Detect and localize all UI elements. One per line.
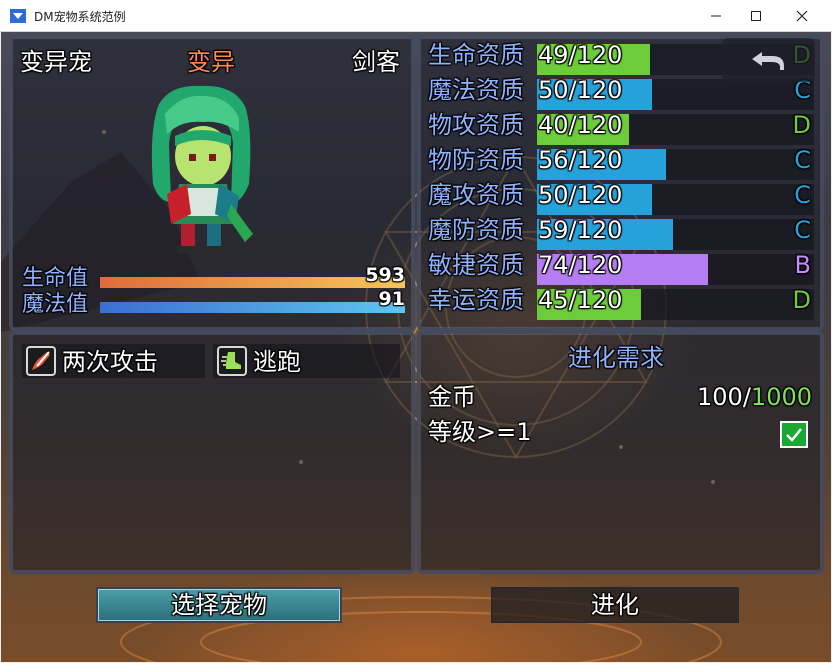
title-bar: DM宠物系统范例 bbox=[0, 0, 832, 32]
close-button[interactable] bbox=[779, 0, 825, 31]
close-icon bbox=[796, 10, 808, 21]
back-button[interactable] bbox=[722, 38, 815, 82]
evolve-label: 进化 bbox=[591, 591, 639, 619]
aptitude-label: 生命资质 bbox=[428, 41, 524, 69]
aptitude-value: 50/120 bbox=[538, 181, 623, 209]
mp-value: 91 bbox=[378, 288, 405, 310]
aptitude-label: 魔防资质 bbox=[428, 216, 524, 244]
skill-label: 逃跑 bbox=[253, 348, 301, 376]
aptitude-label: 物攻资质 bbox=[428, 111, 524, 139]
aptitude-value: 45/120 bbox=[538, 286, 623, 314]
checkmark-icon bbox=[786, 428, 802, 442]
aptitude-grade: B bbox=[794, 251, 811, 279]
gold-label: 金币 bbox=[428, 383, 476, 411]
gold-current: 100 bbox=[697, 383, 743, 411]
level-requirement-label: 等级>=1 bbox=[428, 418, 532, 446]
pet-state: 变异 bbox=[187, 48, 235, 76]
game-screen: 变异宠 变异 剑客 生命值 593 魔法值 91 生命资质 49/120 D 魔法资质… bbox=[1, 32, 831, 662]
aptitude-value: 49/120 bbox=[538, 41, 623, 69]
return-arrow-icon bbox=[752, 52, 784, 70]
aptitude-grade: C bbox=[794, 181, 811, 209]
aptitude-grade: D bbox=[792, 286, 811, 314]
maximize-icon bbox=[751, 10, 761, 21]
app-icon bbox=[10, 9, 26, 23]
aptitude-value: 50/120 bbox=[538, 76, 623, 104]
aptitude-row: 物防资质 56/120 C bbox=[428, 143, 814, 180]
aptitude-label: 物防资质 bbox=[428, 146, 524, 174]
window-title: DM宠物系统范例 bbox=[34, 10, 126, 24]
select-pet-label: 选择宠物 bbox=[171, 591, 267, 619]
escape-boot-icon bbox=[217, 346, 247, 376]
aptitude-grade: D bbox=[792, 111, 811, 139]
aptitude-row: 敏捷资质 74/120 B bbox=[428, 248, 814, 285]
gold-value: 100/1000 bbox=[697, 385, 812, 409]
evolution-title: 进化需求 bbox=[568, 344, 664, 372]
aptitude-grade: C bbox=[794, 146, 811, 174]
aptitude-value: 59/120 bbox=[538, 216, 623, 244]
aptitude-value: 74/120 bbox=[538, 251, 623, 279]
hp-value: 593 bbox=[365, 264, 405, 286]
skill-label: 两次攻击 bbox=[62, 348, 158, 376]
pet-sprite bbox=[151, 85, 253, 254]
aptitude-grade: C bbox=[794, 216, 811, 244]
mp-label: 魔法值 bbox=[22, 292, 89, 317]
aptitude-value: 40/120 bbox=[538, 111, 623, 139]
aptitude-label: 魔法资质 bbox=[428, 76, 524, 104]
pet-class: 剑客 bbox=[352, 48, 400, 76]
minimize-icon bbox=[711, 15, 721, 16]
aptitude-label: 魔攻资质 bbox=[428, 181, 524, 209]
gold-required: 1000 bbox=[750, 383, 812, 411]
aptitude-row: 魔攻资质 50/120 C bbox=[428, 178, 814, 215]
pet-name: 变异宠 bbox=[20, 48, 92, 76]
maximize-button[interactable] bbox=[733, 0, 779, 31]
evolve-button[interactable]: 进化 bbox=[491, 587, 739, 623]
aptitude-row: 幸运资质 45/120 D bbox=[428, 283, 814, 320]
level-met-checkbox bbox=[780, 421, 808, 448]
aptitude-row: 魔防资质 59/120 C bbox=[428, 213, 814, 250]
aptitude-label: 幸运资质 bbox=[428, 286, 524, 314]
hp-label: 生命值 bbox=[22, 266, 89, 291]
aptitude-row: 物攻资质 40/120 D bbox=[428, 108, 814, 145]
select-pet-button[interactable]: 选择宠物 bbox=[96, 587, 342, 623]
skill-double-attack[interactable]: 两次攻击 bbox=[22, 344, 205, 378]
gold-separator: / bbox=[742, 383, 751, 411]
double-attack-icon bbox=[26, 346, 56, 376]
aptitude-label: 敏捷资质 bbox=[428, 251, 524, 279]
aptitude-value: 56/120 bbox=[538, 146, 623, 174]
skill-escape[interactable]: 逃跑 bbox=[213, 344, 400, 378]
